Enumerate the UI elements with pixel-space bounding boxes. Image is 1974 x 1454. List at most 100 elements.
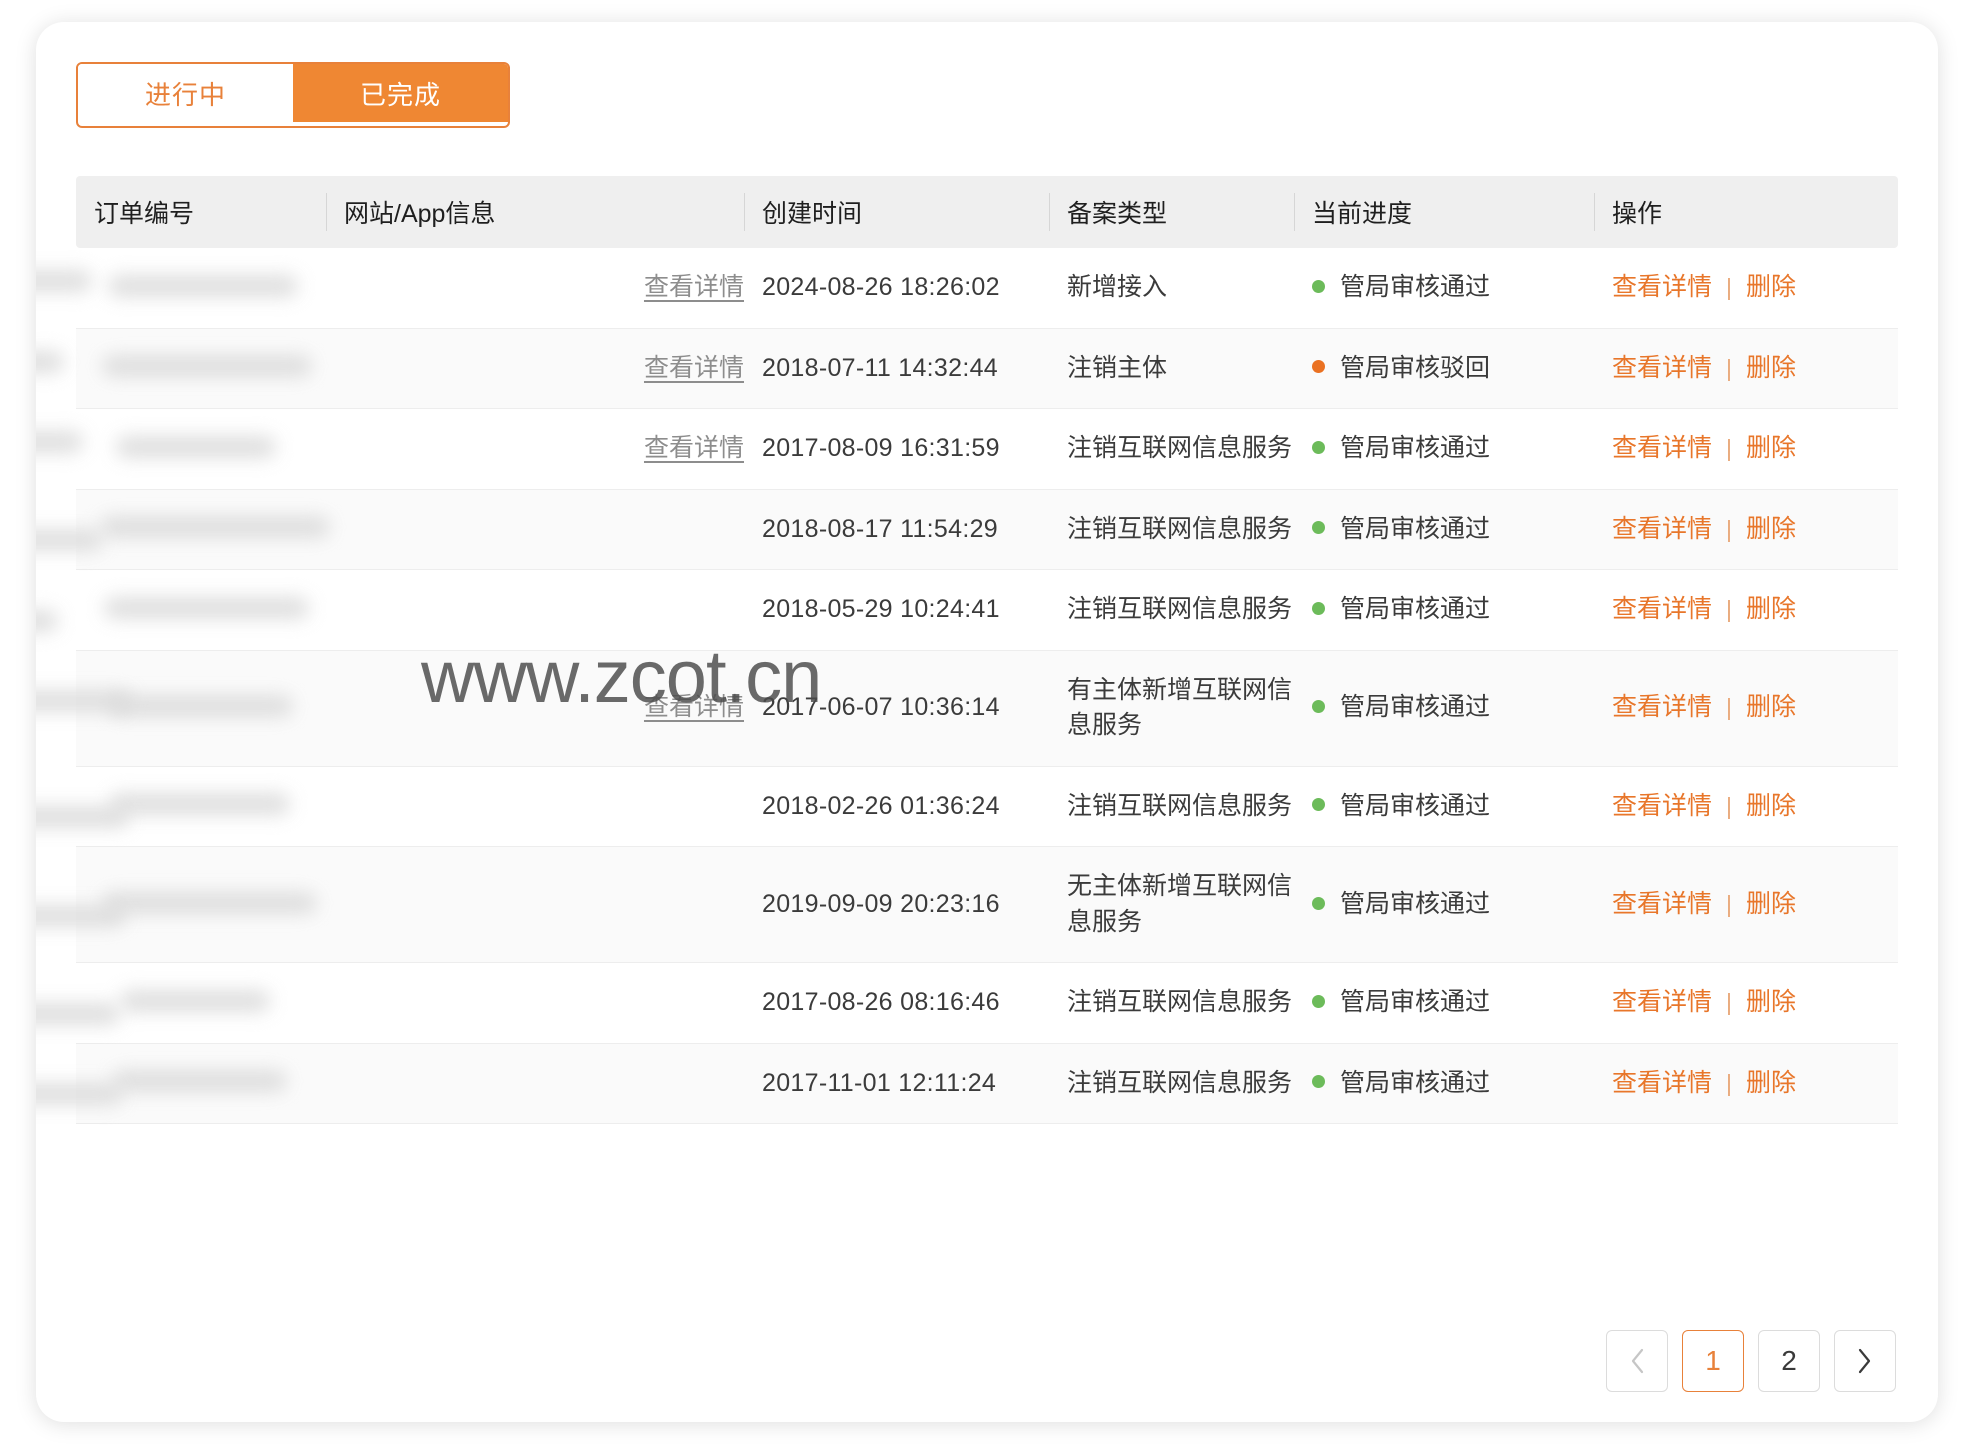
cell-record-type: 注销互联网信息服务	[1049, 569, 1294, 651]
redacted-site-info	[36, 529, 264, 555]
view-detail-button[interactable]: 查看详情	[1612, 515, 1712, 543]
view-detail-button[interactable]: 查看详情	[1612, 434, 1712, 462]
cell-created-at: 2018-05-29 10:24:41	[744, 569, 1049, 651]
table-row: 2018-02-26 01:36:24 注销互联网信息服务 管局审核通过 查看详情 | 删…	[36, 766, 1898, 847]
action-separator: |	[1726, 1069, 1732, 1096]
delete-button[interactable]: 删除	[1746, 434, 1796, 462]
view-detail-button[interactable]: 查看详情	[1612, 890, 1712, 918]
cell-record-type: 注销互联网信息服务	[1049, 408, 1294, 490]
delete-button[interactable]: 删除	[1746, 890, 1796, 918]
cell-site-info	[36, 1043, 744, 1124]
table-row: 查看详情 2018-07-11 14:32:44 注销主体 管局审核驳回 查看详情 | 删除	[36, 328, 1898, 409]
cell-status: 管局审核通过	[1294, 962, 1594, 1044]
table-header-row: 订单编号 网站/App信息 创建时间 备案类型 当前进度 操作	[76, 176, 1898, 248]
action-separator: |	[1726, 792, 1732, 819]
view-detail-button[interactable]: 查看详情	[1612, 273, 1712, 301]
view-detail-button[interactable]: 查看详情	[1612, 792, 1712, 820]
redacted-site-info	[36, 806, 264, 832]
status-badge: 管局审核通过	[1340, 889, 1491, 918]
site-detail-link[interactable]: 查看详情	[644, 431, 744, 467]
cell-status: 管局审核通过	[1294, 248, 1594, 329]
table-row: 2018-08-17 11:54:29 注销互联网信息服务 管局审核通过 查看详情 | 删…	[36, 489, 1898, 570]
cell-site-info	[36, 569, 744, 651]
view-detail-button[interactable]: 查看详情	[1612, 595, 1712, 623]
action-separator: |	[1726, 694, 1732, 721]
orders-table: 订单编号 网站/App信息 创建时间 备案类型 当前进度 操作 查看详情 2024…	[36, 176, 1898, 1124]
delete-button[interactable]: 删除	[1746, 988, 1796, 1016]
cell-action: 查看详情 | 删除	[1594, 962, 1898, 1044]
view-detail-button[interactable]: 查看详情	[1612, 354, 1712, 382]
status-dot-pass-icon	[1312, 1075, 1325, 1089]
table-row: 查看详情 2017-06-07 10:36:14 有主体新增互联网信息服务 管局审核通…	[36, 650, 1898, 767]
cell-action: 查看详情 | 删除	[1594, 569, 1898, 651]
table-row: 2019-09-09 20:23:16 无主体新增互联网信息服务 管局审核通过 查看详…	[36, 846, 1898, 963]
column-header-site-info: 网站/App信息	[326, 176, 744, 248]
delete-button[interactable]: 删除	[1746, 354, 1796, 382]
column-header-record-type: 备案类型	[1049, 176, 1294, 248]
pagination-next-button[interactable]	[1834, 1330, 1896, 1392]
status-dot-pass-icon	[1312, 601, 1325, 615]
chevron-right-icon	[1856, 1347, 1874, 1375]
redacted-site-info	[36, 1083, 264, 1109]
table-row: 查看详情 2024-08-26 18:26:02 新增接入 管局审核通过 查看详情 | 删除	[36, 248, 1898, 329]
cell-created-at: 2018-08-17 11:54:29	[744, 489, 1049, 570]
view-detail-button[interactable]: 查看详情	[1612, 693, 1712, 721]
pagination-page-2[interactable]: 2	[1758, 1330, 1820, 1392]
site-detail-link[interactable]: 查看详情	[644, 690, 744, 726]
cell-action: 查看详情 | 删除	[1594, 328, 1898, 409]
cell-created-at: 2024-08-26 18:26:02	[744, 248, 1049, 329]
cell-record-type: 注销互联网信息服务	[1049, 766, 1294, 847]
table-body: 查看详情 2024-08-26 18:26:02 新增接入 管局审核通过 查看详情 | 删除…	[36, 248, 1898, 1124]
cell-record-type: 新增接入	[1049, 248, 1294, 329]
cell-created-at: 2019-09-09 20:23:16	[744, 846, 1049, 963]
cell-action: 查看详情 | 删除	[1594, 1043, 1898, 1124]
pagination-page-2-label: 2	[1781, 1345, 1797, 1376]
cell-record-type: 有主体新增互联网信息服务	[1049, 650, 1294, 767]
cell-status: 管局审核通过	[1294, 489, 1594, 570]
status-dot-pass-icon	[1312, 700, 1325, 714]
tab-in-progress[interactable]: 进行中	[78, 64, 293, 122]
delete-button[interactable]: 删除	[1746, 792, 1796, 820]
status-badge: 管局审核通过	[1340, 1068, 1491, 1097]
pagination-page-1-label: 1	[1705, 1345, 1721, 1376]
cell-site-info	[36, 846, 744, 963]
status-dot-reject-icon	[1312, 360, 1325, 374]
cell-created-at: 2018-02-26 01:36:24	[744, 766, 1049, 847]
cell-created-at: 2017-06-07 10:36:14	[744, 650, 1049, 767]
view-detail-button[interactable]: 查看详情	[1612, 988, 1712, 1016]
pagination: 1 2	[1606, 1330, 1896, 1392]
table-row: 2018-05-29 10:24:41 注销互联网信息服务 管局审核通过 查看详情 | 删…	[36, 569, 1898, 651]
cell-record-type: 注销主体	[1049, 328, 1294, 409]
table-header: 订单编号 网站/App信息 创建时间 备案类型 当前进度 操作	[76, 176, 1898, 248]
delete-button[interactable]: 删除	[1746, 515, 1796, 543]
pagination-prev-button[interactable]	[1606, 1330, 1668, 1392]
delete-button[interactable]: 删除	[1746, 693, 1796, 721]
tab-in-progress-label: 进行中	[144, 79, 226, 110]
delete-button[interactable]: 删除	[1746, 273, 1796, 301]
cell-created-at: 2018-07-11 14:32:44	[744, 328, 1049, 409]
column-header-status: 当前进度	[1294, 176, 1594, 248]
cell-site-info: 查看详情	[36, 408, 744, 490]
site-detail-link[interactable]: 查看详情	[644, 270, 744, 306]
tab-completed[interactable]: 已完成	[293, 64, 508, 122]
cell-action: 查看详情 | 删除	[1594, 408, 1898, 490]
pagination-page-1[interactable]: 1	[1682, 1330, 1744, 1392]
status-badge: 管局审核通过	[1340, 791, 1491, 820]
status-badge: 管局审核通过	[1340, 693, 1491, 722]
cell-status: 管局审核通过	[1294, 766, 1594, 847]
column-header-created-at: 创建时间	[744, 176, 1049, 248]
status-badge: 管局审核驳回	[1340, 353, 1491, 382]
redacted-site-info	[36, 350, 264, 377]
delete-button[interactable]: 删除	[1746, 595, 1796, 623]
table-row: 查看详情 2017-08-09 16:31:59 注销互联网信息服务 管局审核通过 查看…	[36, 408, 1898, 490]
action-separator: |	[1726, 596, 1732, 622]
status-dot-pass-icon	[1312, 521, 1325, 535]
cell-site-info	[36, 962, 744, 1044]
status-dot-pass-icon	[1312, 440, 1325, 454]
cell-site-info: 查看详情	[36, 650, 744, 767]
view-detail-button[interactable]: 查看详情	[1612, 1069, 1712, 1097]
redacted-site-info	[36, 690, 264, 716]
delete-button[interactable]: 删除	[1746, 1069, 1796, 1097]
site-detail-link[interactable]: 查看详情	[644, 351, 744, 387]
redacted-site-info	[36, 904, 264, 931]
